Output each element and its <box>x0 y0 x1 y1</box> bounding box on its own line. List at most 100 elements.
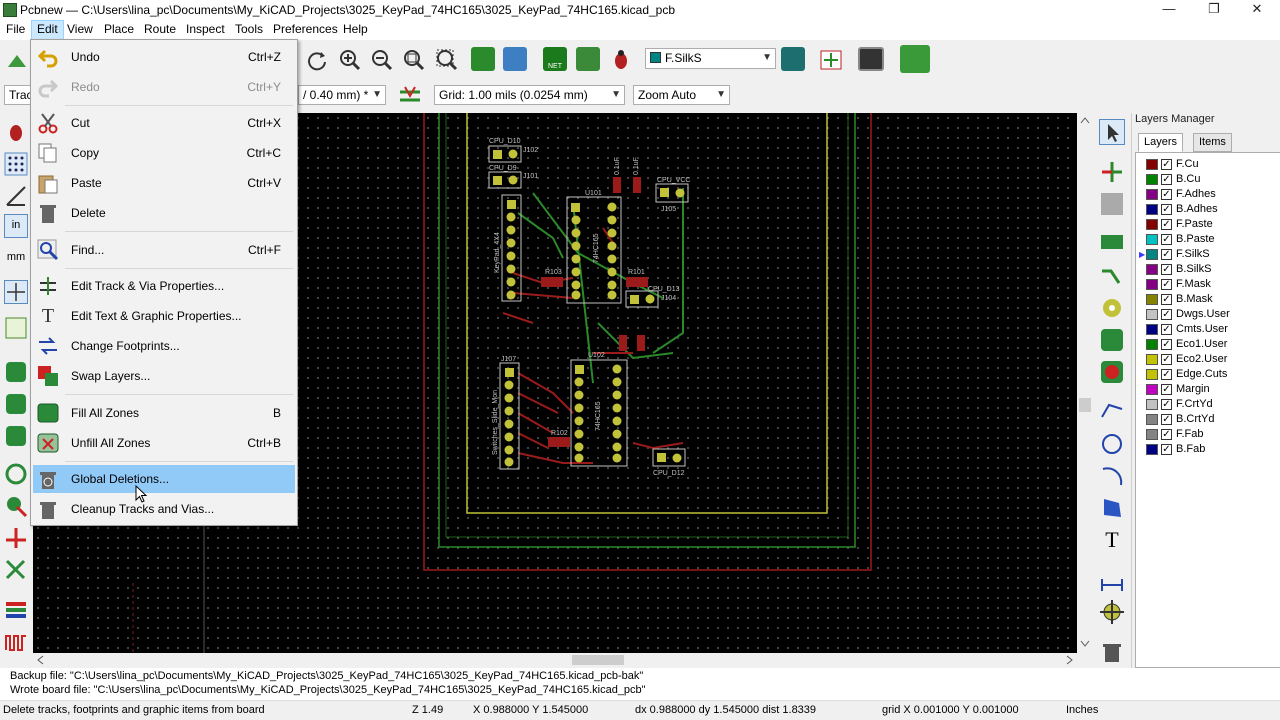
layer-visibility-checkbox[interactable]: ✓ <box>1161 279 1172 290</box>
menu-delete[interactable]: Delete <box>33 199 295 227</box>
layer-visibility-checkbox[interactable]: ✓ <box>1161 159 1172 170</box>
microwave-toolbar-icon[interactable] <box>4 630 28 654</box>
zoom-fit-icon[interactable] <box>401 47 427 73</box>
grid-toggle-icon[interactable] <box>4 152 28 176</box>
zone-sketch-icon[interactable] <box>4 424 28 448</box>
footprint-editor-icon[interactable] <box>471 47 495 71</box>
layer-visibility-checkbox[interactable]: ✓ <box>1161 309 1172 320</box>
microwave-tools-icon[interactable] <box>900 45 930 73</box>
update-pcb-icon[interactable] <box>576 47 600 71</box>
layer-color-swatch[interactable] <box>1146 429 1158 440</box>
layer-color-swatch[interactable] <box>1146 174 1158 185</box>
add-keepout-icon[interactable] <box>1099 359 1125 385</box>
add-arc-icon[interactable] <box>1099 463 1125 489</box>
via-sketch-icon[interactable] <box>4 494 28 518</box>
layer-color-swatch[interactable] <box>1146 324 1158 335</box>
local-ratsnest-icon[interactable] <box>1099 191 1125 217</box>
auto-track-width-icon[interactable] <box>397 83 423 109</box>
drc-off-icon[interactable] <box>4 120 28 144</box>
layer-name[interactable]: Edge.Cuts <box>1176 367 1227 382</box>
menu-cleanup-tracks[interactable]: Cleanup Tracks and Vias... <box>33 495 295 523</box>
layer-color-swatch[interactable] <box>1146 309 1158 320</box>
layer-name[interactable]: B.SilkS <box>1176 262 1211 277</box>
save-icon[interactable] <box>4 47 30 73</box>
footprint-viewer-icon[interactable] <box>503 47 527 71</box>
polar-coords-icon[interactable] <box>4 184 28 208</box>
menu-file[interactable]: File <box>1 20 30 40</box>
zoom-selection-icon[interactable] <box>434 47 460 73</box>
show-ratsnest-icon[interactable] <box>4 316 28 340</box>
drc-bug-icon[interactable] <box>608 47 634 73</box>
track-width-select[interactable]: / 0.40 mm) * ▼ <box>298 85 386 105</box>
layer-color-swatch[interactable] <box>1146 264 1158 275</box>
layer-name[interactable]: F.CrtYd <box>1176 397 1213 412</box>
menu-fill-zones[interactable]: Fill All Zones B <box>33 399 295 427</box>
add-target-icon[interactable] <box>1099 599 1125 625</box>
add-polygon-icon[interactable] <box>1099 495 1125 521</box>
layer-name[interactable]: F.SilkS <box>1176 247 1210 262</box>
layer-color-swatch[interactable] <box>1146 384 1158 395</box>
menu-place[interactable]: Place <box>99 20 139 40</box>
grid-select[interactable]: Grid: 1.00 mils (0.0254 mm) ▼ <box>434 85 625 105</box>
add-dimension-icon[interactable] <box>1099 567 1125 593</box>
menu-preferences[interactable]: Preferences <box>268 20 343 40</box>
layer-visibility-checkbox[interactable]: ✓ <box>1161 369 1172 380</box>
menu-view[interactable]: View <box>62 20 98 40</box>
millimeters-icon[interactable]: mm <box>4 246 28 270</box>
menu-change-footprints[interactable]: Change Footprints... <box>33 332 295 360</box>
layers-manager-icon[interactable] <box>4 598 28 622</box>
add-line-icon[interactable] <box>1099 397 1125 423</box>
high-contrast-icon[interactable] <box>4 558 28 582</box>
menu-redo[interactable]: Redo Ctrl+Y <box>33 73 295 101</box>
redraw-icon[interactable] <box>304 47 330 73</box>
highlight-net-icon[interactable] <box>1099 159 1125 185</box>
tab-layers[interactable]: Layers <box>1138 133 1184 152</box>
cursor-shape-icon[interactable] <box>4 280 28 304</box>
layer-name[interactable]: Eco2.User <box>1176 352 1227 367</box>
layer-name[interactable]: B.Fab <box>1176 442 1205 457</box>
layer-name[interactable]: B.CrtYd <box>1176 412 1215 427</box>
menu-edit-track-via[interactable]: Edit Track & Via Properties... <box>33 272 295 300</box>
select-arrow-icon[interactable] <box>1099 119 1125 145</box>
layer-color-swatch[interactable] <box>1146 354 1158 365</box>
layer-name[interactable]: B.Paste <box>1176 232 1215 247</box>
layer-visibility-checkbox[interactable]: ✓ <box>1161 339 1172 350</box>
layer-visibility-checkbox[interactable]: ✓ <box>1161 204 1172 215</box>
zone-fill-icon[interactable] <box>4 360 28 384</box>
delete-tool-icon[interactable] <box>1099 639 1125 665</box>
tab-items[interactable]: Items <box>1193 133 1232 152</box>
layer-color-swatch[interactable] <box>1146 204 1158 215</box>
menu-swap-layers[interactable]: Swap Layers... <box>33 362 295 390</box>
minimize-button[interactable]: — <box>1146 0 1192 20</box>
layer-name[interactable]: Margin <box>1176 382 1210 397</box>
menu-inspect[interactable]: Inspect <box>181 20 230 40</box>
layer-visibility-checkbox[interactable]: ✓ <box>1161 294 1172 305</box>
menu-copy[interactable]: Copy Ctrl+C <box>33 139 295 167</box>
layer-visibility-checkbox[interactable]: ✓ <box>1161 249 1172 260</box>
menu-tools[interactable]: Tools <box>230 20 268 40</box>
horizontal-scrollbar[interactable] <box>33 653 1077 667</box>
menu-find[interactable]: Find... Ctrl+F <box>33 236 295 264</box>
pad-sketch-icon[interactable] <box>4 462 28 486</box>
layer-name[interactable]: B.Cu <box>1176 172 1200 187</box>
layer-select[interactable]: F.SilkS ▼ <box>645 48 776 69</box>
route-track-icon[interactable] <box>1099 263 1125 289</box>
zoom-select[interactable]: Zoom Auto ▼ <box>633 85 730 105</box>
layer-visibility-checkbox[interactable]: ✓ <box>1161 264 1172 275</box>
add-circle-icon[interactable] <box>1099 431 1125 457</box>
layer-visibility-checkbox[interactable]: ✓ <box>1161 429 1172 440</box>
layer-color-swatch[interactable] <box>1146 369 1158 380</box>
add-text-icon[interactable]: T <box>1099 527 1125 553</box>
layer-color-swatch[interactable] <box>1146 189 1158 200</box>
track-sketch-icon[interactable] <box>4 526 28 550</box>
layer-visibility-checkbox[interactable]: ✓ <box>1161 414 1172 425</box>
layer-name[interactable]: F.Adhes <box>1176 187 1216 202</box>
layer-visibility-checkbox[interactable]: ✓ <box>1161 219 1172 230</box>
layer-name[interactable]: B.Mask <box>1176 292 1213 307</box>
layer-visibility-checkbox[interactable]: ✓ <box>1161 354 1172 365</box>
menu-global-deletions[interactable]: Global Deletions... <box>33 465 295 493</box>
layer-name[interactable]: B.Adhes <box>1176 202 1218 217</box>
layer-color-swatch[interactable] <box>1146 444 1158 455</box>
layer-visibility-checkbox[interactable]: ✓ <box>1161 189 1172 200</box>
scripting-console-icon[interactable] <box>858 47 884 71</box>
